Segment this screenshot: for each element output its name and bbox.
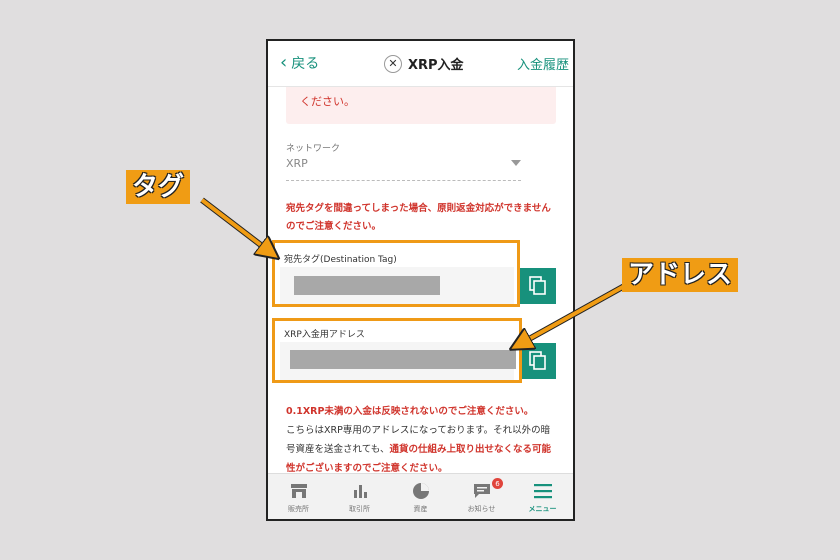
copy-tag-button[interactable]: [520, 268, 556, 304]
message-icon: [472, 482, 492, 500]
address-callout: アドレス: [622, 258, 739, 292]
copy-address-button[interactable]: [520, 343, 556, 379]
tab-menu-label: メニュー: [528, 505, 557, 513]
deposit-history-link[interactable]: 入金履歴: [517, 54, 569, 73]
tab-exchange[interactable]: 取引所: [329, 474, 390, 519]
deposit-notes: 0.1XRP未満の入金は反映されないのでご注意ください。 こちらはXRP専用のア…: [286, 402, 558, 478]
tab-assets[interactable]: 資産: [390, 474, 451, 519]
tab-news[interactable]: 6 お知らせ: [451, 474, 512, 519]
copy-icon: [529, 276, 546, 295]
pie-chart-icon: [411, 482, 431, 500]
network-label: ネットワーク: [286, 144, 341, 154]
store-icon: [289, 482, 309, 500]
network-select[interactable]: XRP: [286, 157, 308, 170]
min-deposit-note: 0.1XRP未満の入金は反映されないのでご注意ください。: [286, 406, 534, 417]
bar-chart-icon: [350, 482, 370, 500]
dropdown-arrow-icon[interactable]: [511, 160, 521, 166]
page-title: ✕ XRP入金: [384, 54, 464, 73]
tab-store[interactable]: 販売所: [268, 474, 329, 519]
tab-assets-label: 資産: [413, 505, 428, 513]
warning-box: ください。: [286, 87, 556, 124]
copy-icon: [529, 351, 546, 370]
xrp-icon: ✕: [384, 54, 402, 73]
tag-callout: タグ: [126, 170, 191, 204]
bottom-tab-bar: 販売所 取引所 資産 6 お知らせ メニュー: [268, 473, 573, 519]
back-button[interactable]: ‹ 戻る: [280, 53, 319, 73]
tab-store-label: 販売所: [288, 505, 309, 513]
page-title-text: XRP入金: [408, 58, 464, 73]
back-label: 戻る: [291, 56, 320, 72]
tag-warning-text: 宛先タグを間違ってしまった場合、原則返金対応ができませんのでご注意ください。: [286, 203, 551, 232]
tab-exchange-label: 取引所: [349, 505, 370, 513]
header: ‹ 戻る ✕ XRP入金 入金履歴: [268, 41, 573, 87]
address-highlight-frame: [272, 318, 522, 383]
tab-menu[interactable]: メニュー: [512, 474, 573, 519]
tag-highlight-frame: [272, 240, 520, 307]
network-underline: [286, 180, 521, 181]
menu-icon: [533, 482, 553, 500]
tab-news-label: お知らせ: [467, 505, 496, 513]
notification-badge: 6: [492, 478, 503, 489]
chevron-left-icon: ‹: [280, 52, 288, 73]
warning-box-text: ください。: [300, 95, 355, 108]
